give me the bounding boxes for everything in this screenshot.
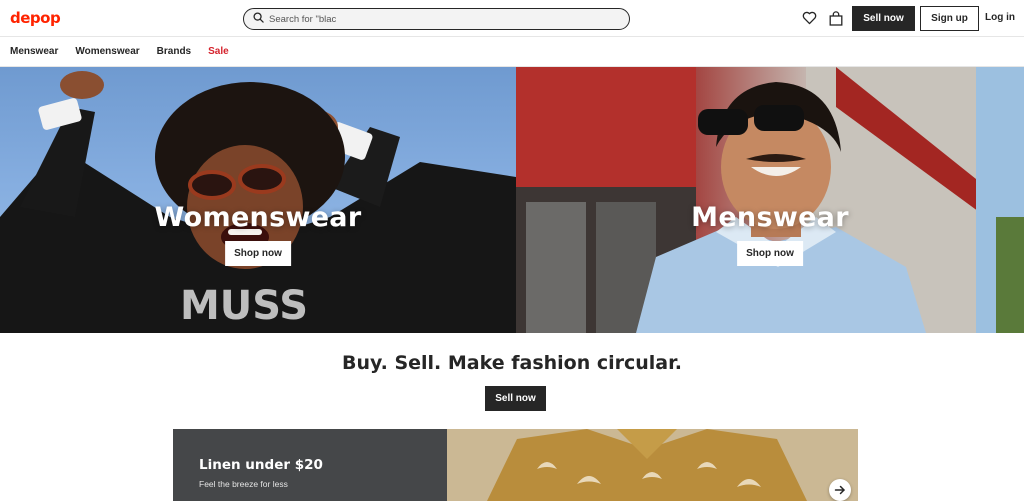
nav-item-menswear[interactable]: Menswear <box>10 46 58 57</box>
hero-menswear[interactable]: Menswear Shop now <box>516 67 1024 333</box>
nav-item-sale[interactable]: Sale <box>208 46 229 57</box>
hero-womenswear[interactable]: MUSS Womenswear Shop now <box>0 67 516 333</box>
promo-title: Linen under $20 <box>199 457 323 473</box>
promo-subtitle: Feel the breeze for less <box>199 479 288 489</box>
category-nav: Menswear Womenswear Brands Sale <box>0 37 1024 67</box>
hero-menswear-photo <box>516 67 1024 333</box>
search-icon <box>253 10 264 28</box>
search-input[interactable] <box>269 13 609 25</box>
hero-womenswear-photo: MUSS <box>0 71 516 333</box>
sell-now-cta-button[interactable]: Sell now <box>485 386 546 411</box>
shop-now-womenswear-button[interactable]: Shop now <box>225 241 291 266</box>
shop-now-menswear-button[interactable]: Shop now <box>737 241 803 266</box>
promo-text-panel: Linen under $20 Feel the breeze for less <box>173 429 447 501</box>
promo-image <box>447 429 858 501</box>
hero-womenswear-title: Womenswear <box>154 202 362 233</box>
promo-next-button[interactable] <box>829 479 851 501</box>
sign-up-button[interactable]: Sign up <box>920 6 979 31</box>
page-tagline: Buy. Sell. Make fashion circular. <box>341 352 683 374</box>
sell-now-button[interactable]: Sell now <box>852 6 915 31</box>
site-header: depop Sell now Sign up Log in <box>0 0 1024 37</box>
bag-icon[interactable] <box>828 10 844 26</box>
promo-card-linen[interactable]: Linen under $20 Feel the breeze for less <box>173 429 858 501</box>
search-bar[interactable] <box>243 8 630 30</box>
arrow-right-icon <box>834 484 846 496</box>
heart-icon[interactable] <box>801 10 817 26</box>
hero-menswear-title: Menswear <box>691 202 849 233</box>
log-in-link[interactable]: Log in <box>985 12 1015 23</box>
svg-text:MUSS: MUSS <box>180 283 308 329</box>
nav-item-womenswear[interactable]: Womenswear <box>75 46 139 57</box>
nav-item-brands[interactable]: Brands <box>157 46 191 57</box>
depop-logo[interactable]: depop <box>10 9 61 27</box>
